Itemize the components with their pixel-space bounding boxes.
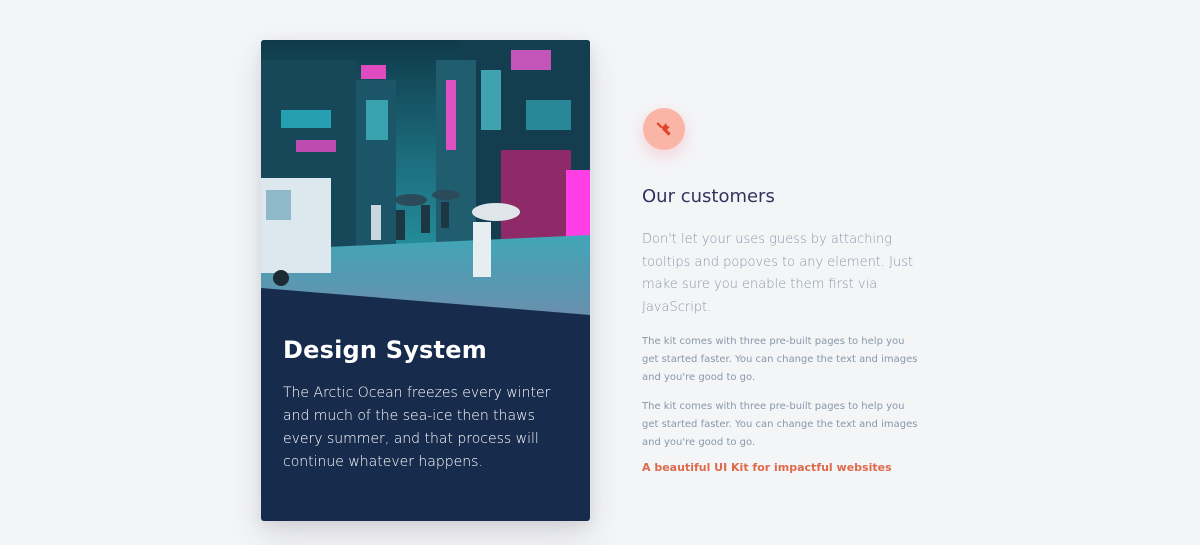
description-paragraph-2: The kit comes with three pre-built pages… [642, 401, 918, 448]
section-title: Our customers [642, 186, 775, 207]
tools-icon [656, 122, 671, 136]
card-image [261, 40, 590, 315]
blog-card: Design System The Arctic Ocean freezes e… [261, 40, 590, 521]
tools-icon-circle [643, 108, 685, 150]
description-paragraph-1: The kit comes with three pre-built pages… [642, 336, 918, 383]
ui-kit-link[interactable]: A beautiful UI Kit for impactful website… [642, 461, 942, 474]
card-title: Design System [283, 336, 487, 364]
card-body: Design System The Arctic Ocean freezes e… [283, 336, 573, 474]
card-text: The Arctic Ocean freezes every winter an… [283, 385, 551, 470]
feature-info: Our customers Don't let your uses guess … [642, 186, 942, 474]
lead-paragraph: Don't let your uses guess by attaching t… [642, 232, 914, 315]
